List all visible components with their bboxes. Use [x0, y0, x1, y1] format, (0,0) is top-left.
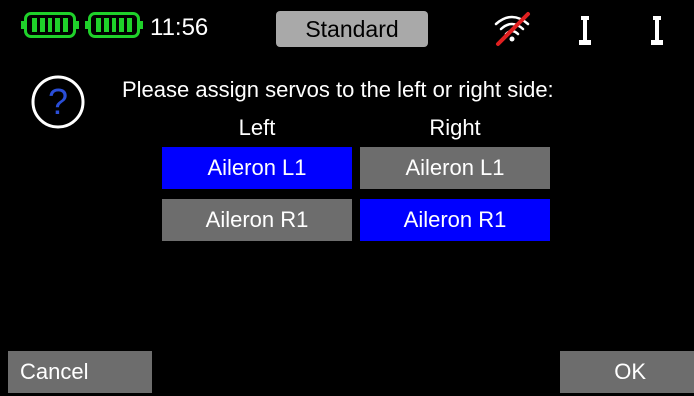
servo-aileron-l1-right-button[interactable]: Aileron L1: [360, 147, 550, 189]
svg-text:?: ?: [48, 81, 68, 122]
battery-full-icon: [85, 12, 143, 38]
antenna-icon: [651, 16, 663, 45]
servo-aileron-r1-left-button[interactable]: Aileron R1: [162, 199, 352, 241]
no-signal-icon: [494, 12, 530, 46]
cancel-button[interactable]: Cancel: [8, 351, 152, 393]
question-icon: ?: [31, 75, 85, 129]
right-column-header: Right: [429, 115, 481, 140]
assignment-prompt: Please assign servos to the left or righ…: [122, 77, 554, 102]
transmitter-screen: 11:56 Standard ? Please assign servos to…: [0, 0, 694, 396]
servo-aileron-r1-right-button[interactable]: Aileron R1: [360, 199, 550, 241]
clock-time: 11:56: [150, 14, 209, 41]
servo-aileron-l1-left-button[interactable]: Aileron L1: [162, 147, 352, 189]
status-bar: 11:56 Standard: [0, 0, 694, 56]
model-name-button[interactable]: Standard: [276, 11, 428, 47]
left-column-header: Left: [238, 115, 276, 140]
battery-full-icon: [21, 12, 79, 38]
antenna-icon: [579, 16, 591, 45]
ok-button[interactable]: OK: [560, 351, 694, 393]
